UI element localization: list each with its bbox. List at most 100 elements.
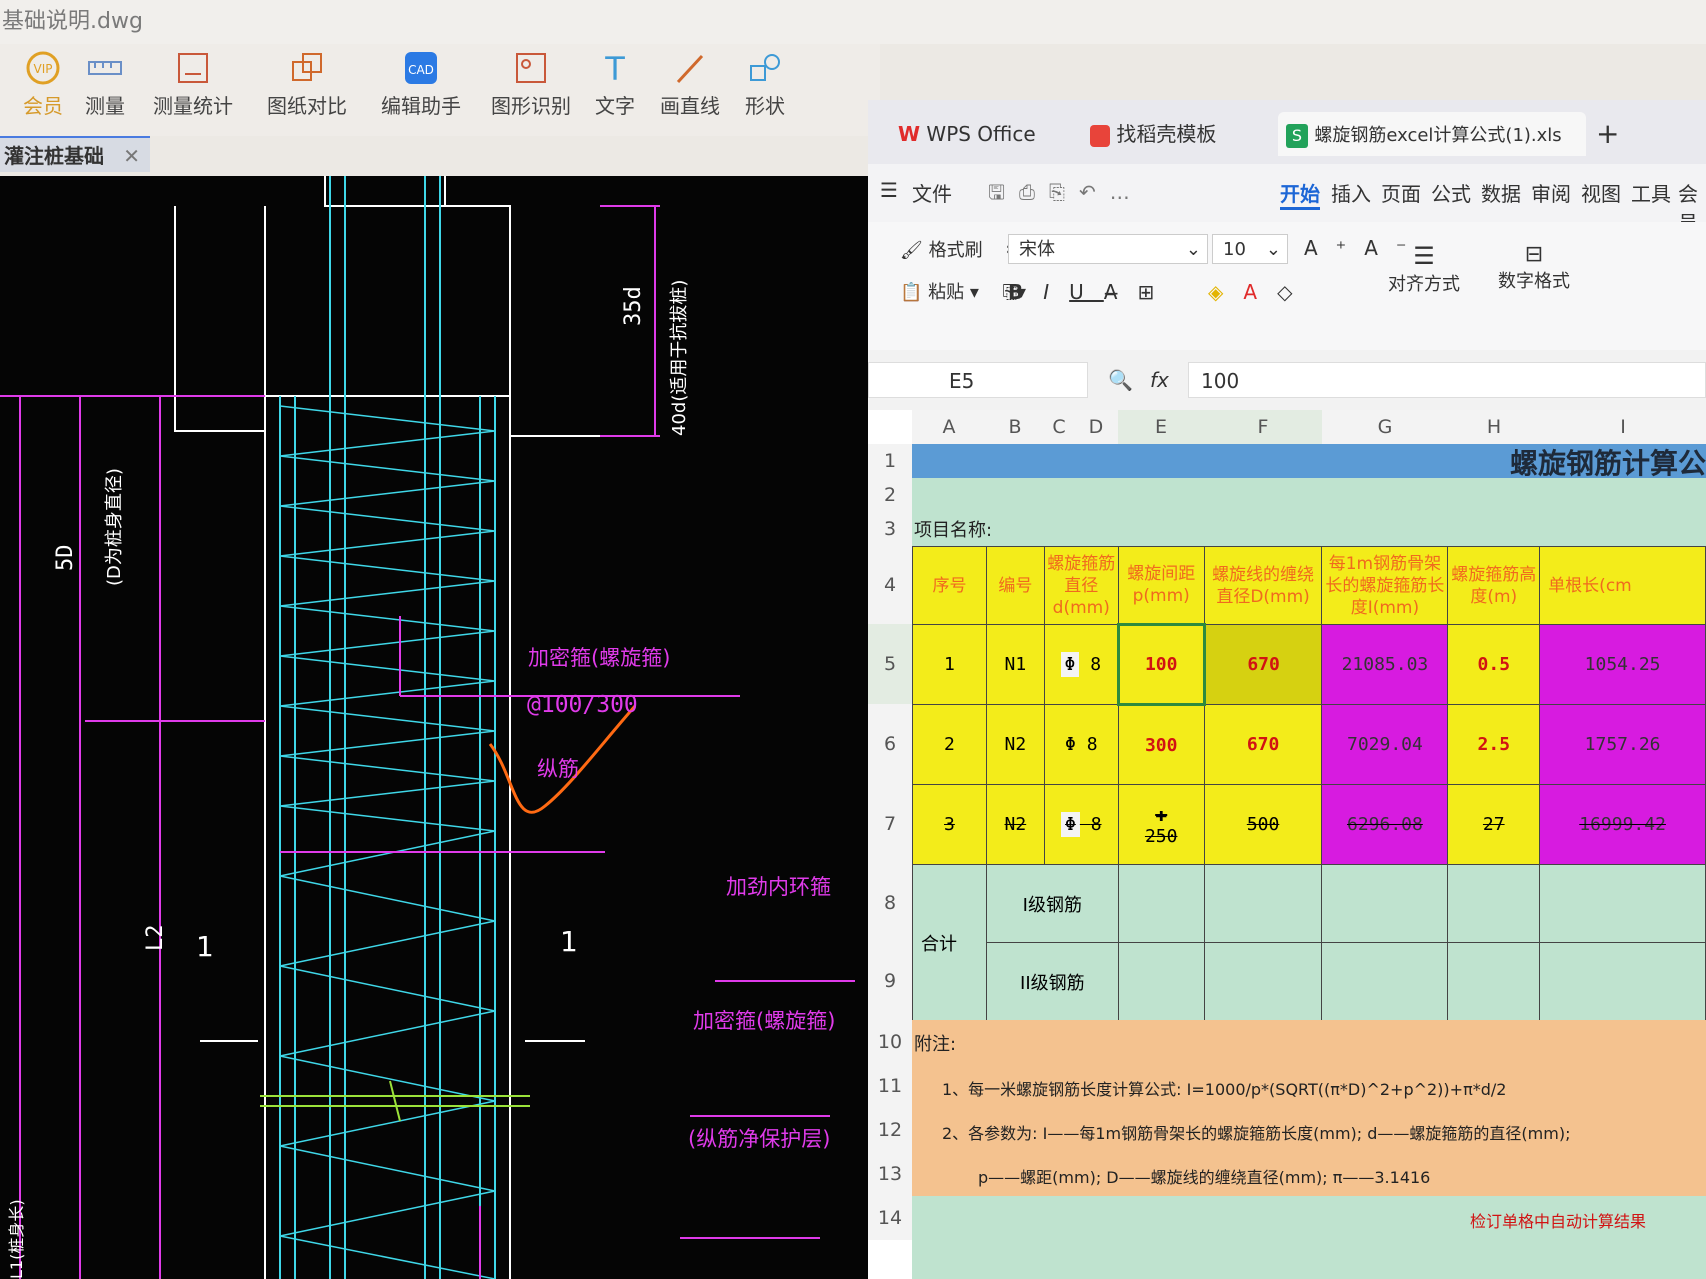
col-header[interactable]: I: [1540, 410, 1706, 444]
row-header[interactable]: 4: [868, 546, 912, 624]
col-header[interactable]: D: [1074, 410, 1118, 444]
cell[interactable]: 1054.25: [1539, 624, 1706, 705]
cell[interactable]: 1: [912, 624, 987, 705]
cell[interactable]: 6296.08: [1321, 784, 1449, 865]
row-header[interactable]: 6: [868, 704, 912, 784]
spreadsheet-grid[interactable]: A B C D E F G H I 1 2 3 4 5 6 7 8 9 10 1…: [868, 410, 1706, 1279]
cell[interactable]: Φ 8: [1043, 624, 1119, 705]
close-icon[interactable]: ✕: [123, 138, 140, 174]
header-cell[interactable]: 每1m钢筋骨架长的螺旋箍筋长度I(mm): [1321, 546, 1449, 625]
cell[interactable]: Φ 8: [1043, 704, 1119, 785]
quick-access-icons[interactable]: 🖫⎙⎘↶…: [988, 178, 1144, 212]
header-cell[interactable]: 序号: [912, 546, 987, 625]
row-header[interactable]: 13: [868, 1152, 912, 1196]
tool-shape[interactable]: 形状: [730, 50, 800, 130]
cell[interactable]: Φ 8: [1043, 784, 1119, 865]
row-header[interactable]: 2: [868, 478, 912, 512]
cell[interactable]: [1321, 864, 1449, 943]
col-header[interactable]: B: [986, 410, 1044, 444]
cell[interactable]: [1321, 942, 1449, 1021]
ribbon-tab-formula[interactable]: 公式: [1431, 178, 1471, 207]
cell[interactable]: 27: [1447, 784, 1541, 865]
cell-selected[interactable]: 100: [1116, 623, 1206, 706]
cell[interactable]: N1: [985, 624, 1045, 705]
formula-input[interactable]: 100: [1188, 362, 1706, 398]
cell[interactable]: [1117, 942, 1205, 1021]
row-header[interactable]: 7: [868, 784, 912, 864]
cell[interactable]: [1117, 864, 1205, 943]
ribbon-tab-page[interactable]: 页面: [1381, 178, 1421, 207]
header-cell[interactable]: 螺旋线的缠绕直径D(mm): [1203, 546, 1323, 625]
cell[interactable]: 500: [1203, 784, 1323, 865]
fill-color-buttons[interactable]: ◈A◇: [1208, 280, 1312, 304]
ribbon-tab-data[interactable]: 数据: [1481, 178, 1521, 207]
col-header[interactable]: A: [912, 410, 986, 444]
cell[interactable]: [1539, 942, 1706, 1021]
col-header[interactable]: C: [1044, 410, 1074, 444]
cell[interactable]: 2.5: [1447, 704, 1541, 785]
row-header[interactable]: 9: [868, 942, 912, 1020]
total-grade-2[interactable]: II级钢筋: [985, 942, 1119, 1021]
ribbon-tab-view[interactable]: 视图: [1581, 178, 1621, 207]
font-size-select[interactable]: 10 ⌄: [1212, 234, 1288, 264]
tab-wps-office[interactable]: W WPS Office: [898, 112, 1036, 156]
row-header[interactable]: 3: [868, 512, 912, 546]
total-label[interactable]: 合计: [912, 864, 987, 1021]
header-cell[interactable]: 单根长(cm: [1539, 546, 1706, 625]
tool-compare[interactable]: 图纸对比: [262, 50, 352, 130]
cell[interactable]: [1539, 864, 1706, 943]
tool-shape-recognition[interactable]: 图形识别: [486, 50, 576, 130]
name-box[interactable]: E5: [868, 362, 1088, 398]
header-cell[interactable]: 螺旋箍筋直径d(mm): [1043, 546, 1119, 625]
cell[interactable]: 1757.26: [1539, 704, 1706, 785]
tool-line[interactable]: 画直线: [650, 50, 730, 130]
cell[interactable]: [1203, 942, 1323, 1021]
cell[interactable]: 7029.04: [1321, 704, 1449, 785]
header-cell[interactable]: 螺旋箍筋高度(m): [1447, 546, 1541, 625]
ribbon-tab-tools[interactable]: 工具: [1631, 178, 1671, 207]
row-header[interactable]: 10: [868, 1020, 912, 1064]
cell[interactable]: N2: [985, 704, 1045, 785]
cell[interactable]: ✚ 250: [1117, 784, 1205, 865]
fx-icon[interactable]: fx: [1150, 368, 1169, 392]
row-header[interactable]: 11: [868, 1064, 912, 1108]
cell[interactable]: 0.5: [1447, 624, 1541, 705]
font-style-buttons[interactable]: BIUA̶⊞: [1008, 280, 1174, 304]
cad-drawing-canvas[interactable]: 35d 40d(适用于抗拔桩) 5D (D为桩身直径) L2 L1(桩身长) 1…: [0, 176, 880, 1279]
hamburger-icon[interactable]: ☰: [880, 178, 898, 202]
tab-spreadsheet[interactable]: S 螺旋钢筋excel计算公式(1).xls ✕: [1278, 112, 1586, 156]
format-painter-button[interactable]: 🖌 格式刷 ✂: [900, 236, 1021, 262]
tool-edit-helper[interactable]: CAD 编辑助手: [376, 50, 466, 130]
col-header[interactable]: H: [1448, 410, 1540, 444]
cad-document-tab[interactable]: 灌注桩基础 ✕: [0, 136, 150, 172]
ribbon-tab-home[interactable]: 开始: [1280, 178, 1320, 210]
cell[interactable]: 3: [912, 784, 987, 865]
ribbon-tab-review[interactable]: 审阅: [1531, 178, 1571, 207]
font-name-select[interactable]: 宋体 ⌄: [1008, 234, 1208, 264]
cell[interactable]: N2: [985, 784, 1045, 865]
new-tab-button[interactable]: +: [1596, 112, 1619, 156]
row-header[interactable]: 8: [868, 864, 912, 942]
cell[interactable]: 16999.42: [1539, 784, 1706, 865]
col-header[interactable]: F: [1204, 410, 1322, 447]
cell[interactable]: 21085.03: [1321, 624, 1449, 705]
header-cell[interactable]: 螺旋间距p(mm): [1117, 546, 1205, 625]
tool-text[interactable]: T 文字: [580, 50, 650, 130]
row-header[interactable]: 14: [868, 1196, 912, 1240]
tab-docer[interactable]: 找稻壳模板: [1090, 112, 1216, 156]
row-header[interactable]: 1: [868, 444, 912, 478]
cell[interactable]: 670: [1203, 704, 1323, 785]
col-header[interactable]: G: [1322, 410, 1448, 444]
menu-file[interactable]: 文件: [912, 178, 952, 207]
align-button[interactable]: ☰ 对齐方式: [1388, 242, 1460, 296]
tool-measure[interactable]: 测量: [62, 50, 148, 130]
row-header[interactable]: 12: [868, 1108, 912, 1152]
header-cell[interactable]: 编号: [985, 546, 1045, 625]
cell[interactable]: [1447, 942, 1541, 1021]
cell[interactable]: 670: [1203, 624, 1323, 705]
total-grade-1[interactable]: I级钢筋: [985, 864, 1119, 943]
cell[interactable]: 300: [1117, 704, 1205, 785]
cell[interactable]: [1203, 864, 1323, 943]
zoom-icon[interactable]: 🔍: [1108, 368, 1133, 392]
cell[interactable]: 2: [912, 704, 987, 785]
